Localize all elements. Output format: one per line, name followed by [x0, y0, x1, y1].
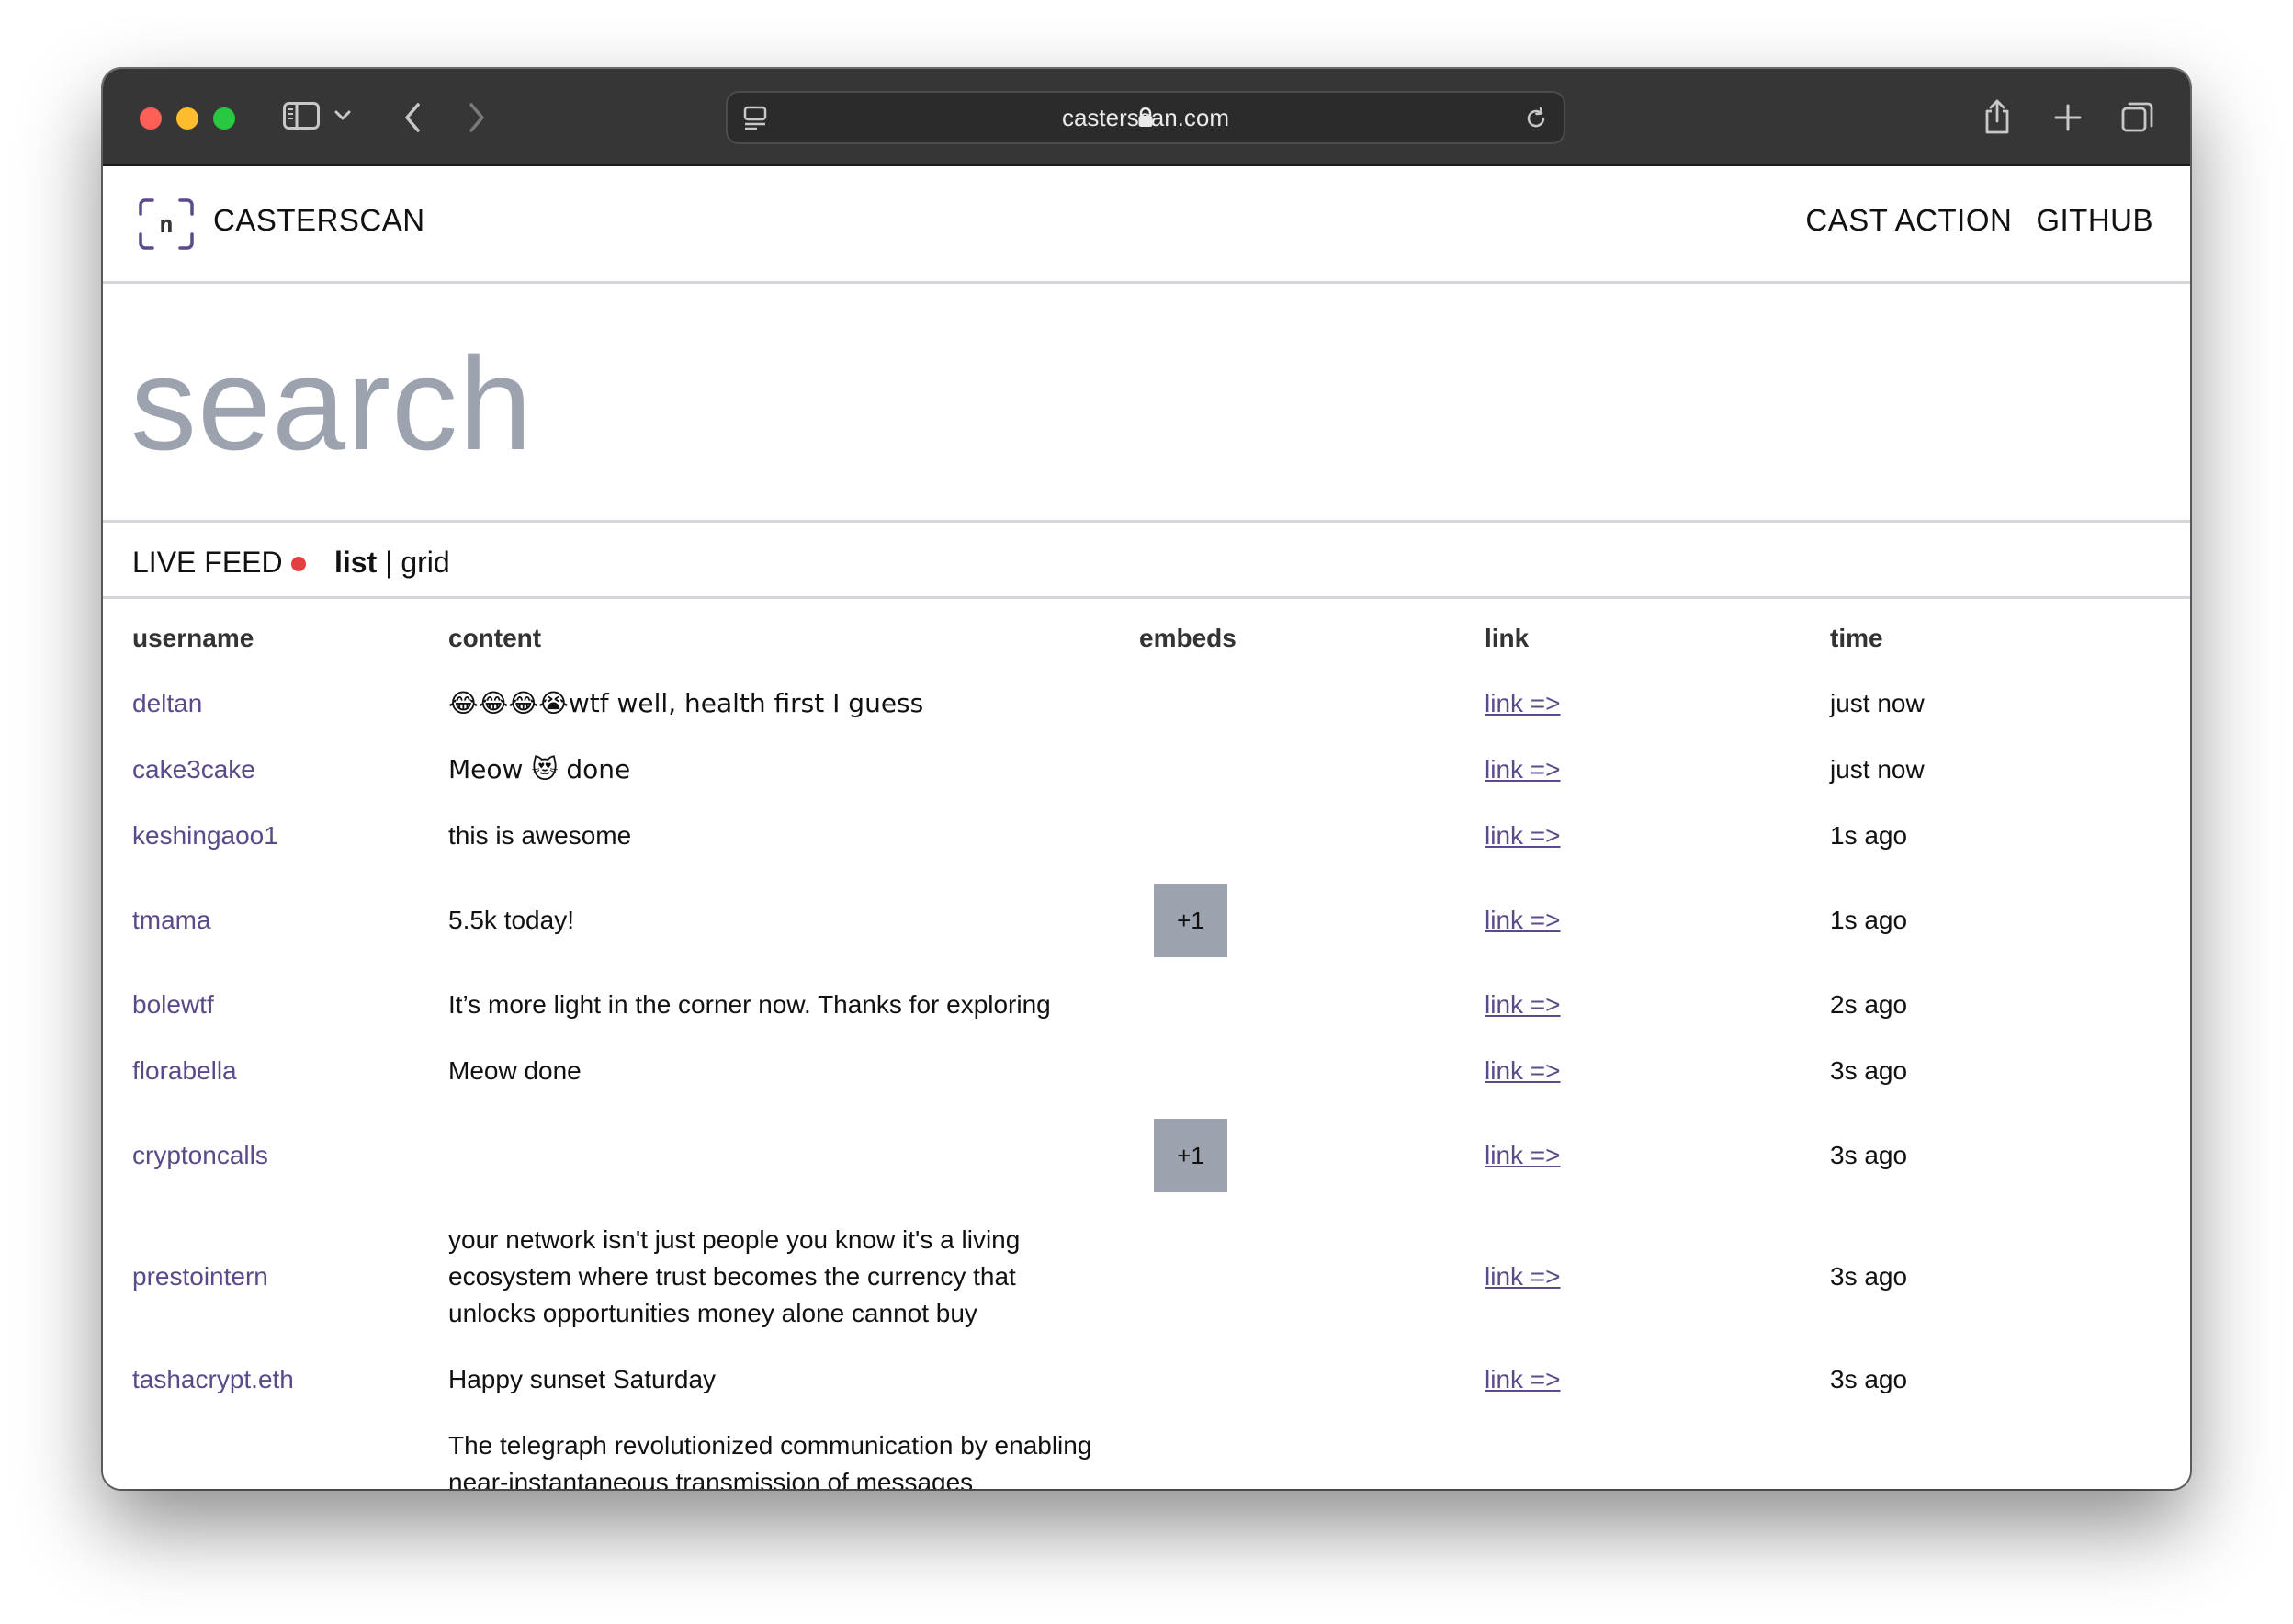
- column-header-content: content: [448, 624, 542, 652]
- cast-time: 1s ago: [1830, 906, 1908, 934]
- cast-link[interactable]: link =>: [1485, 755, 1561, 784]
- page-content: n CASTERSCAN CAST ACTION GITHUB LIVE FEE…: [103, 166, 2190, 1489]
- column-header-time: time: [1830, 624, 1883, 652]
- table-row: cake3cake Meow 😻 done link => just now: [103, 737, 2190, 803]
- cast-time: 3s ago: [1830, 1365, 1908, 1393]
- cast-time: 1s ago: [1830, 821, 1908, 850]
- cast-content: Meow done: [448, 1056, 582, 1085]
- share-icon[interactable]: [1982, 98, 2012, 135]
- tabs-overview-icon[interactable]: [2120, 100, 2155, 135]
- table-row: tashacrypt.eth Happy sunset Saturday lin…: [103, 1347, 2190, 1413]
- feed-table: username content embeds link time deltan…: [103, 604, 2190, 1489]
- column-header-link: link: [1485, 624, 1530, 652]
- cast-link[interactable]: link =>: [1485, 906, 1561, 934]
- chevron-right-icon[interactable]: [467, 102, 487, 133]
- casterscan-logo-icon[interactable]: n: [138, 197, 195, 255]
- browser-titlebar: casterscan.com: [103, 69, 2190, 166]
- cast-content: this is awesome: [448, 821, 632, 850]
- embed-count-chip[interactable]: +1: [1154, 884, 1227, 957]
- username-link[interactable]: keshingaoo1: [132, 821, 278, 850]
- username-link[interactable]: cryptoncalls: [132, 1141, 268, 1169]
- column-header-embeds: embeds: [1139, 624, 1237, 652]
- live-indicator-dot: [291, 557, 306, 571]
- chevron-left-icon[interactable]: [402, 102, 423, 133]
- table-row: keshingaoo1 this is awesome link => 1s a…: [103, 803, 2190, 869]
- username-link[interactable]: prestointern: [132, 1262, 268, 1291]
- table-row: tmama 5.5k today! +1 link => 1s ago: [103, 869, 2190, 972]
- svg-text:n: n: [159, 211, 174, 239]
- site-nav: CAST ACTION GITHUB: [1805, 203, 2153, 238]
- table-row: deltan 😂😂😂😭wtf well, health first I gues…: [103, 671, 2190, 737]
- embed-count-chip[interactable]: +1: [1154, 1119, 1227, 1192]
- search-section: [103, 287, 2190, 523]
- site-header: n CASTERSCAN CAST ACTION GITHUB: [103, 166, 2190, 284]
- table-row: cryptoncalls +1 link => 3s ago: [103, 1104, 2190, 1207]
- cast-content: your network isn't just people you know …: [448, 1225, 1021, 1327]
- username-link[interactable]: tashacrypt.eth: [132, 1365, 294, 1393]
- cast-content: 5.5k today!: [448, 906, 574, 934]
- table-row: florabella Meow done link => 3s ago: [103, 1038, 2190, 1104]
- live-feed-label: LIVE FEED: [132, 546, 283, 579]
- column-header-username: username: [132, 624, 254, 652]
- cast-link[interactable]: link =>: [1485, 689, 1561, 717]
- close-window-button[interactable]: [140, 107, 162, 130]
- cast-time: just now: [1830, 755, 1925, 784]
- cast-time: 2s ago: [1830, 990, 1908, 1019]
- view-list-toggle[interactable]: list: [334, 546, 377, 579]
- cast-link[interactable]: link =>: [1485, 1056, 1561, 1085]
- zoom-window-button[interactable]: [213, 107, 235, 130]
- url-display[interactable]: casterscan.com: [728, 93, 1564, 142]
- cast-link[interactable]: link =>: [1485, 1365, 1561, 1393]
- cast-time: just now: [1830, 689, 1925, 717]
- cast-link[interactable]: link =>: [1485, 1141, 1561, 1169]
- username-link[interactable]: deltan: [132, 689, 202, 717]
- chevron-down-icon[interactable]: [334, 109, 351, 122]
- table-row: bolewtf It’s more light in the corner no…: [103, 972, 2190, 1038]
- cast-content: It’s more light in the corner now. Thank…: [448, 990, 1051, 1019]
- username-link[interactable]: bolewtf: [132, 990, 214, 1019]
- address-bar[interactable]: casterscan.com: [726, 91, 1565, 144]
- view-toggle: list | grid: [334, 546, 450, 580]
- view-separator: |: [385, 546, 393, 579]
- cast-time: 3s ago: [1830, 1262, 1908, 1291]
- nav-github[interactable]: GITHUB: [2036, 203, 2153, 238]
- table-row: prestointern your network isn't just peo…: [103, 1207, 2190, 1347]
- cast-link[interactable]: link =>: [1485, 1262, 1561, 1291]
- search-input[interactable]: [130, 331, 2152, 478]
- cast-content: 😂😂😂😭wtf well, health first I guess: [448, 688, 924, 718]
- table-header-row: username content embeds link time: [103, 604, 2190, 671]
- table-row: The telegraph revolutionized communicati…: [103, 1413, 2190, 1489]
- plus-icon[interactable]: [2054, 104, 2082, 131]
- username-link[interactable]: cake3cake: [132, 755, 255, 784]
- cast-content: Meow 😻 done: [448, 754, 631, 784]
- view-grid-toggle[interactable]: grid: [401, 546, 449, 579]
- cast-content: The telegraph revolutionized communicati…: [448, 1431, 1092, 1489]
- cast-time: 3s ago: [1830, 1141, 1908, 1169]
- username-link[interactable]: tmama: [132, 906, 211, 934]
- minimize-window-button[interactable]: [176, 107, 198, 130]
- feed-bar: LIVE FEED list | grid: [103, 525, 2190, 599]
- nav-cast-action[interactable]: CAST ACTION: [1805, 203, 2012, 238]
- username-link[interactable]: florabella: [132, 1056, 237, 1085]
- cast-link[interactable]: link =>: [1485, 821, 1561, 850]
- sidebar-icon[interactable]: [283, 102, 320, 130]
- reload-icon[interactable]: [1523, 106, 1549, 131]
- site-brand[interactable]: CASTERSCAN: [213, 203, 425, 238]
- browser-window: casterscan.com: [103, 69, 2190, 1489]
- lock-icon: [1137, 107, 1154, 129]
- cast-time: 3s ago: [1830, 1056, 1908, 1085]
- cast-content: Happy sunset Saturday: [448, 1365, 717, 1393]
- cast-link[interactable]: link =>: [1485, 990, 1561, 1019]
